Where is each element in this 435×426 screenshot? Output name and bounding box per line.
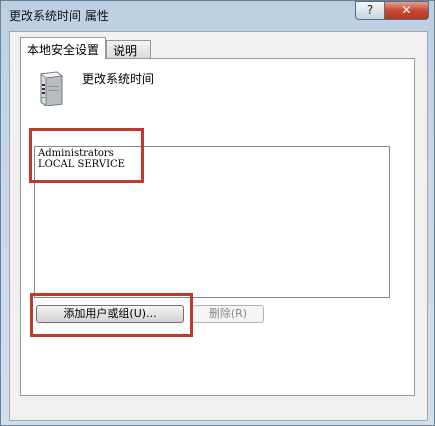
add-user-or-group-button[interactable]: 添加用户或组(U)...: [36, 305, 184, 323]
title-bar[interactable]: 更改系统时间 属性 ? ✕: [1, 1, 434, 27]
list-item[interactable]: Administrators: [38, 148, 114, 159]
list-item[interactable]: LOCAL SERVICE: [38, 159, 125, 170]
tab-local-security-setting[interactable]: 本地安全设置: [20, 37, 106, 59]
server-icon: [40, 71, 63, 106]
remove-button[interactable]: 删除(R): [192, 305, 264, 323]
tab-explain[interactable]: 说明: [106, 40, 151, 58]
policy-name: 更改系统时间: [82, 72, 155, 86]
close-button[interactable]: ✕: [384, 1, 429, 20]
window-title: 更改系统时间 属性: [9, 9, 109, 23]
help-button[interactable]: ?: [355, 1, 385, 20]
